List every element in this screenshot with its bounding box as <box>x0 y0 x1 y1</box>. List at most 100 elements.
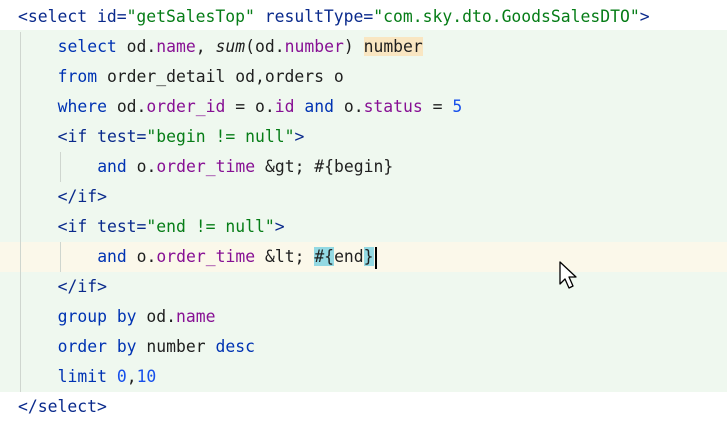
code-token: number <box>284 37 344 56</box>
code-token: } <box>363 247 374 266</box>
code-text: select od.name, sum(od.number) number <box>58 32 423 62</box>
code-text: <if test="end != null"> <box>58 212 285 242</box>
code-token: (od. <box>245 37 285 56</box>
code-token: test= <box>97 217 147 236</box>
code-line[interactable]: <select id="getSalesTop" resultType="com… <box>0 2 727 32</box>
code-token: > <box>639 7 650 26</box>
code-token: o. <box>126 157 157 176</box>
text-caret <box>374 246 377 269</box>
code-line[interactable]: <if test="begin != null"> <box>0 122 727 152</box>
code-line[interactable]: limit 0,10 <box>0 362 727 392</box>
code-token: &gt; #{begin} <box>255 157 394 176</box>
code-line[interactable]: from order_detail od,orders o <box>0 62 727 92</box>
code-token: and <box>97 247 127 266</box>
indent-guide <box>20 152 21 182</box>
indent-guide <box>20 332 21 362</box>
code-token: = o. <box>225 97 275 116</box>
code-token: o. <box>333 97 364 116</box>
code-line[interactable]: and o.order_time &lt; #{end} <box>0 242 727 272</box>
code-token: <if <box>57 217 98 236</box>
code-token: od. <box>136 307 177 326</box>
code-token: from <box>57 67 107 86</box>
code-token: 10 <box>136 367 157 386</box>
code-token: </select> <box>18 397 107 416</box>
code-token: where <box>57 97 117 116</box>
code-token: order_id <box>146 97 226 116</box>
code-token: > <box>274 217 285 236</box>
code-line[interactable]: group by od.name <box>0 302 727 332</box>
indent-guide <box>20 122 21 152</box>
code-token: #{ <box>314 247 335 266</box>
code-line[interactable]: </if> <box>0 272 727 302</box>
code-token: order_time <box>156 157 256 176</box>
code-text: and o.order_time &gt; #{begin} <box>97 152 393 182</box>
code-line[interactable]: where od.order_id = o.id and o.status = … <box>0 92 727 122</box>
code-text: <if test="begin != null"> <box>58 122 305 152</box>
code-token: "end != null" <box>146 217 275 236</box>
code-token: id= <box>96 7 127 26</box>
code-token: "getSalesTop" <box>126 7 255 26</box>
code-editor[interactable]: <select id="getSalesTop" resultType="com… <box>0 0 727 426</box>
code-text: where od.order_id = o.id and o.status = … <box>58 92 463 122</box>
code-text: </select> <box>18 392 107 422</box>
code-text: </if> <box>58 272 107 302</box>
indent-guide <box>20 272 21 302</box>
code-text: and o.order_time &lt; #{end} <box>97 242 377 272</box>
code-token: desc <box>215 337 255 356</box>
code-token: 5 <box>452 97 463 116</box>
code-text: group by od.name <box>58 302 216 332</box>
code-token: name <box>176 307 216 326</box>
code-token: order <box>57 337 117 356</box>
code-token: = <box>422 97 453 116</box>
code-text: <select id="getSalesTop" resultType="com… <box>18 2 650 32</box>
indent-guide <box>20 182 21 212</box>
code-token: number <box>136 337 216 356</box>
code-line[interactable]: <if test="end != null"> <box>0 212 727 242</box>
code-line[interactable]: and o.order_time &gt; #{begin} <box>0 152 727 182</box>
code-token: 0 <box>116 367 127 386</box>
indent-guide <box>59 152 61 182</box>
indent-guide <box>20 92 21 122</box>
code-line[interactable]: order by number desc <box>0 332 727 362</box>
code-token: name <box>156 37 196 56</box>
code-token: by <box>116 307 137 326</box>
code-token: test= <box>97 127 147 146</box>
code-token: &lt; <box>255 247 315 266</box>
code-token: limit <box>57 367 117 386</box>
code-token: <select <box>18 7 97 26</box>
arrow-cursor-icon <box>559 261 577 289</box>
code-token: <if <box>57 127 98 146</box>
code-token: and <box>97 157 127 176</box>
code-token: sum <box>215 37 246 56</box>
code-token: od. <box>116 97 147 116</box>
code-line[interactable]: select od.name, sum(od.number) number <box>0 32 727 62</box>
code-token: status <box>363 97 423 116</box>
code-token: id <box>274 97 295 116</box>
code-token: </if> <box>57 277 107 296</box>
code-token: o. <box>126 247 157 266</box>
code-text: limit 0,10 <box>58 362 157 392</box>
indent-guide <box>20 62 21 92</box>
indent-guide <box>20 212 21 242</box>
code-line[interactable]: </select> <box>0 392 727 422</box>
code-token: > <box>294 127 305 146</box>
code-token: od. <box>126 37 157 56</box>
code-token: order_detail od,orders o <box>106 67 344 86</box>
indent-guide <box>59 242 61 272</box>
code-token: "begin != null" <box>146 127 295 146</box>
code-token: , <box>195 37 216 56</box>
code-token: group <box>57 307 117 326</box>
code-token: select <box>57 37 127 56</box>
code-token: end <box>334 247 364 266</box>
indent-guide <box>20 242 21 272</box>
code-token: order_time <box>156 247 256 266</box>
code-token: , <box>126 367 137 386</box>
code-text: order by number desc <box>58 332 255 362</box>
code-token: and <box>304 97 334 116</box>
indent-guide <box>20 32 21 62</box>
code-text: from order_detail od,orders o <box>58 62 344 92</box>
code-token: resultType= <box>254 7 374 26</box>
indent-guide <box>20 362 21 392</box>
code-text: </if> <box>58 182 107 212</box>
code-line[interactable]: </if> <box>0 182 727 212</box>
